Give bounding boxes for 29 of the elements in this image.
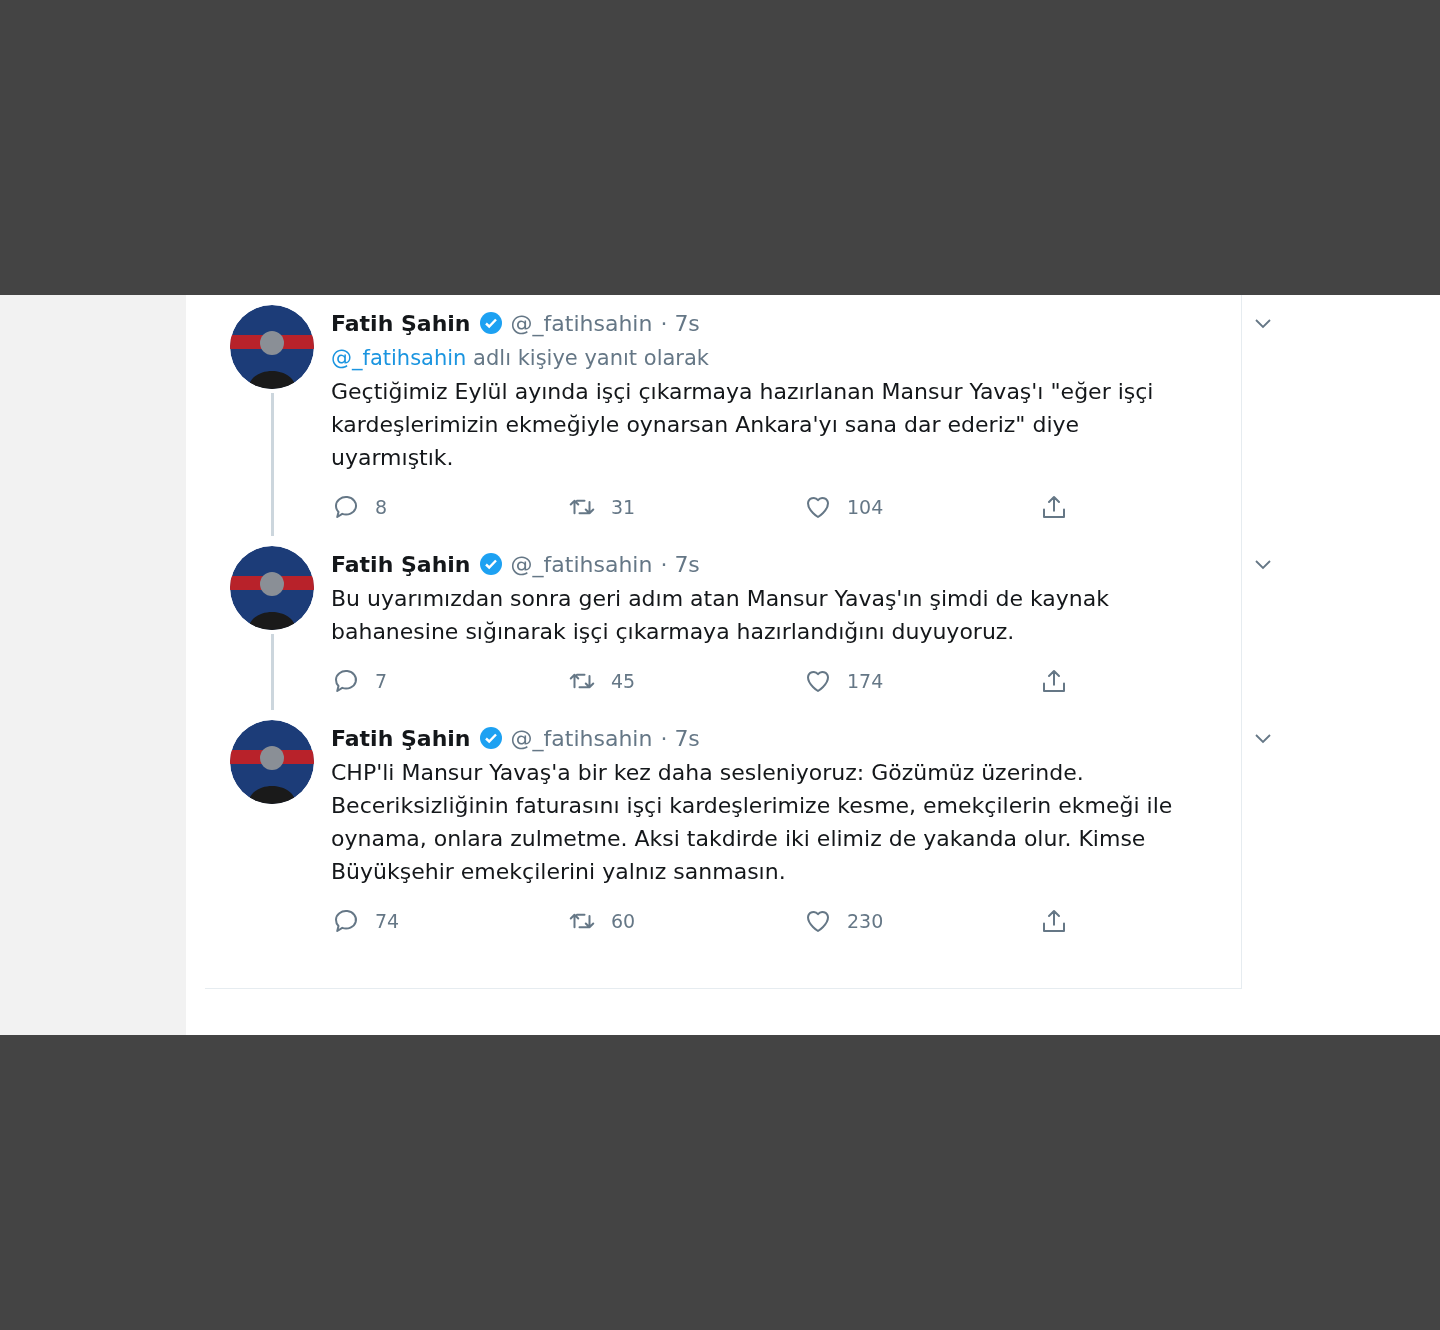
like-count: 174 bbox=[847, 670, 884, 692]
tweet-text: CHP'li Mansur Yavaş'a bir kez daha sesleniyoruz: Gözümüz üzerinde. Beceriksizliğinin faturasını işçi kardeşlerimize kesme, emekçilerin ekmeği ile oynama, onlara zulmetme. Aksi takdirde iki elimiz de yakanda olur. Kimse Büyükşehir emekçilerini yalnız sanmasın. bbox=[331, 759, 1174, 886]
reply-context: @_fatihsahin adlı kişiye yanıt olarak bbox=[331, 345, 710, 373]
timestamp[interactable]: · 7s bbox=[660, 551, 700, 577]
avatar[interactable] bbox=[230, 546, 314, 630]
timestamp[interactable]: · 7s bbox=[660, 310, 700, 336]
avatar[interactable] bbox=[230, 720, 314, 804]
timestamp[interactable]: · 7s bbox=[660, 725, 700, 751]
tweet-text: Bu uyarımızdan sonra geri adım atan Mansur Yavaş'ın şimdi de kaynak bahanesine sığınarak işçi çıkarmaya hazırlandığını duyuyoruz. bbox=[331, 585, 1111, 646]
user-handle[interactable]: @_fatihsahin bbox=[510, 551, 653, 577]
user-name[interactable]: Fatih Şahin bbox=[331, 725, 471, 751]
reply-count: 74 bbox=[375, 910, 400, 932]
verified-badge-icon bbox=[478, 726, 503, 750]
user-name[interactable]: Fatih Şahin bbox=[331, 310, 471, 336]
verified-badge-icon bbox=[478, 311, 503, 335]
retweet-count: 31 bbox=[611, 496, 636, 518]
user-handle[interactable]: @_fatihsahin bbox=[510, 725, 653, 751]
retweet-count: 45 bbox=[611, 670, 636, 692]
user-handle[interactable]: @_fatihsahin bbox=[510, 310, 653, 336]
mention-link[interactable]: @_fatihsahin bbox=[331, 346, 467, 370]
verified-badge-icon bbox=[478, 552, 503, 576]
tweet-text: Geçtiğimiz Eylül ayında işçi çıkarmaya hazırlanan Mansur Yavaş'ı "eğer işçi kardeşlerimizin ekmeğiyle oynarsan Ankara'yı sana dar ederiz" diye uyarmıştık. bbox=[331, 378, 1155, 472]
reply-count: 7 bbox=[375, 670, 388, 692]
like-count: 104 bbox=[847, 496, 884, 518]
retweet-count: 60 bbox=[611, 910, 636, 932]
reply-count: 8 bbox=[375, 496, 388, 518]
avatar[interactable] bbox=[230, 305, 314, 389]
user-name[interactable]: Fatih Şahin bbox=[331, 551, 471, 577]
like-count: 230 bbox=[847, 910, 884, 932]
